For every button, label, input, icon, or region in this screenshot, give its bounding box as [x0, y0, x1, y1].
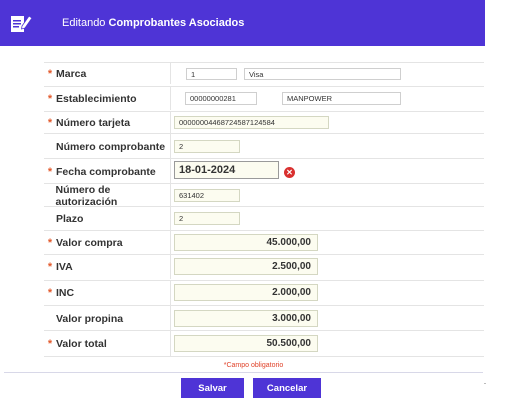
- label-fecha-comprobante: * Fecha comprobante: [44, 159, 171, 184]
- row-valor-propina: Valor propina 3.000,00: [44, 305, 484, 331]
- numero-comprobante-input[interactable]: 2: [174, 140, 240, 153]
- fecha-comprobante-input[interactable]: 18-01-2024: [174, 161, 279, 179]
- divider: [4, 372, 483, 373]
- header-title-bold: Comprobantes Asociados: [108, 17, 245, 29]
- plazo-input[interactable]: 2: [174, 212, 240, 225]
- marca-code-input[interactable]: 1: [186, 68, 237, 80]
- divider-mark: [484, 383, 486, 384]
- header-title: Editando Comprobantes Asociados: [62, 17, 244, 29]
- valor-propina-input[interactable]: 3.000,00: [174, 310, 318, 327]
- row-valor-compra: * Valor compra 45.000,00: [44, 230, 484, 255]
- required-note: *Campo obligatorio: [223, 362, 284, 369]
- label-plazo: Plazo: [44, 207, 171, 230]
- header-bar: Editando Comprobantes Asociados: [0, 0, 485, 46]
- label-valor-total: * Valor total: [44, 331, 171, 356]
- row-inc: * INC 2.000,00: [44, 280, 484, 305]
- save-button[interactable]: Salvar: [181, 378, 244, 398]
- row-valor-total: * Valor total 50.500,00: [44, 330, 484, 357]
- establecimiento-name-input[interactable]: MANPOWER: [282, 92, 401, 105]
- required-marker: *: [47, 165, 53, 178]
- establecimiento-code-input[interactable]: 00000000281: [185, 92, 257, 105]
- label-inc: * INC: [44, 281, 171, 305]
- row-iva: * IVA 2.500,00: [44, 254, 484, 279]
- label-numero-tarjeta: * Número tarjeta: [44, 112, 171, 133]
- row-fecha-comprobante: * Fecha comprobante 18-01-2024 ✕: [44, 158, 484, 184]
- row-numero-autorizacion: Número de autorización 631402: [44, 183, 484, 208]
- header-prefix: Editando: [62, 17, 106, 29]
- numero-tarjeta-input[interactable]: 00000004468724587124584: [174, 116, 329, 129]
- marca-name-input[interactable]: Visa: [244, 68, 401, 80]
- label-marca: * Marca: [44, 63, 171, 84]
- label-establecimiento: * Establecimiento: [44, 87, 171, 110]
- label-iva: * IVA: [44, 255, 171, 279]
- label-numero-comprobante: Número comprobante: [44, 134, 171, 159]
- row-establecimiento: * Establecimiento 00000000281 MANPOWER: [44, 86, 484, 110]
- numero-autorizacion-input[interactable]: 631402: [174, 189, 240, 202]
- row-marca: * Marca 1 Visa: [44, 62, 484, 84]
- required-marker: *: [47, 261, 53, 273]
- edit-document-icon: [11, 15, 32, 32]
- required-marker: *: [47, 67, 53, 80]
- clear-date-icon[interactable]: ✕: [284, 167, 295, 178]
- row-numero-tarjeta: * Número tarjeta 00000004468724587124584: [44, 111, 484, 133]
- iva-input[interactable]: 2.500,00: [174, 258, 318, 275]
- valor-total-input[interactable]: 50.500,00: [174, 335, 318, 352]
- inc-input[interactable]: 2.000,00: [174, 284, 318, 301]
- cancel-button[interactable]: Cancelar: [253, 378, 321, 398]
- required-marker: *: [47, 116, 53, 129]
- label-numero-autorizacion: Número de autorización: [44, 184, 171, 208]
- required-marker: *: [47, 337, 53, 350]
- label-valor-propina: Valor propina: [44, 306, 171, 331]
- valor-compra-input[interactable]: 45.000,00: [174, 234, 318, 251]
- row-plazo: Plazo 2: [44, 206, 484, 230]
- required-marker: *: [47, 237, 53, 249]
- row-numero-comprobante: Número comprobante 2: [44, 133, 484, 159]
- required-marker: *: [47, 287, 53, 299]
- label-valor-compra: * Valor compra: [44, 231, 171, 255]
- required-marker: *: [47, 92, 53, 105]
